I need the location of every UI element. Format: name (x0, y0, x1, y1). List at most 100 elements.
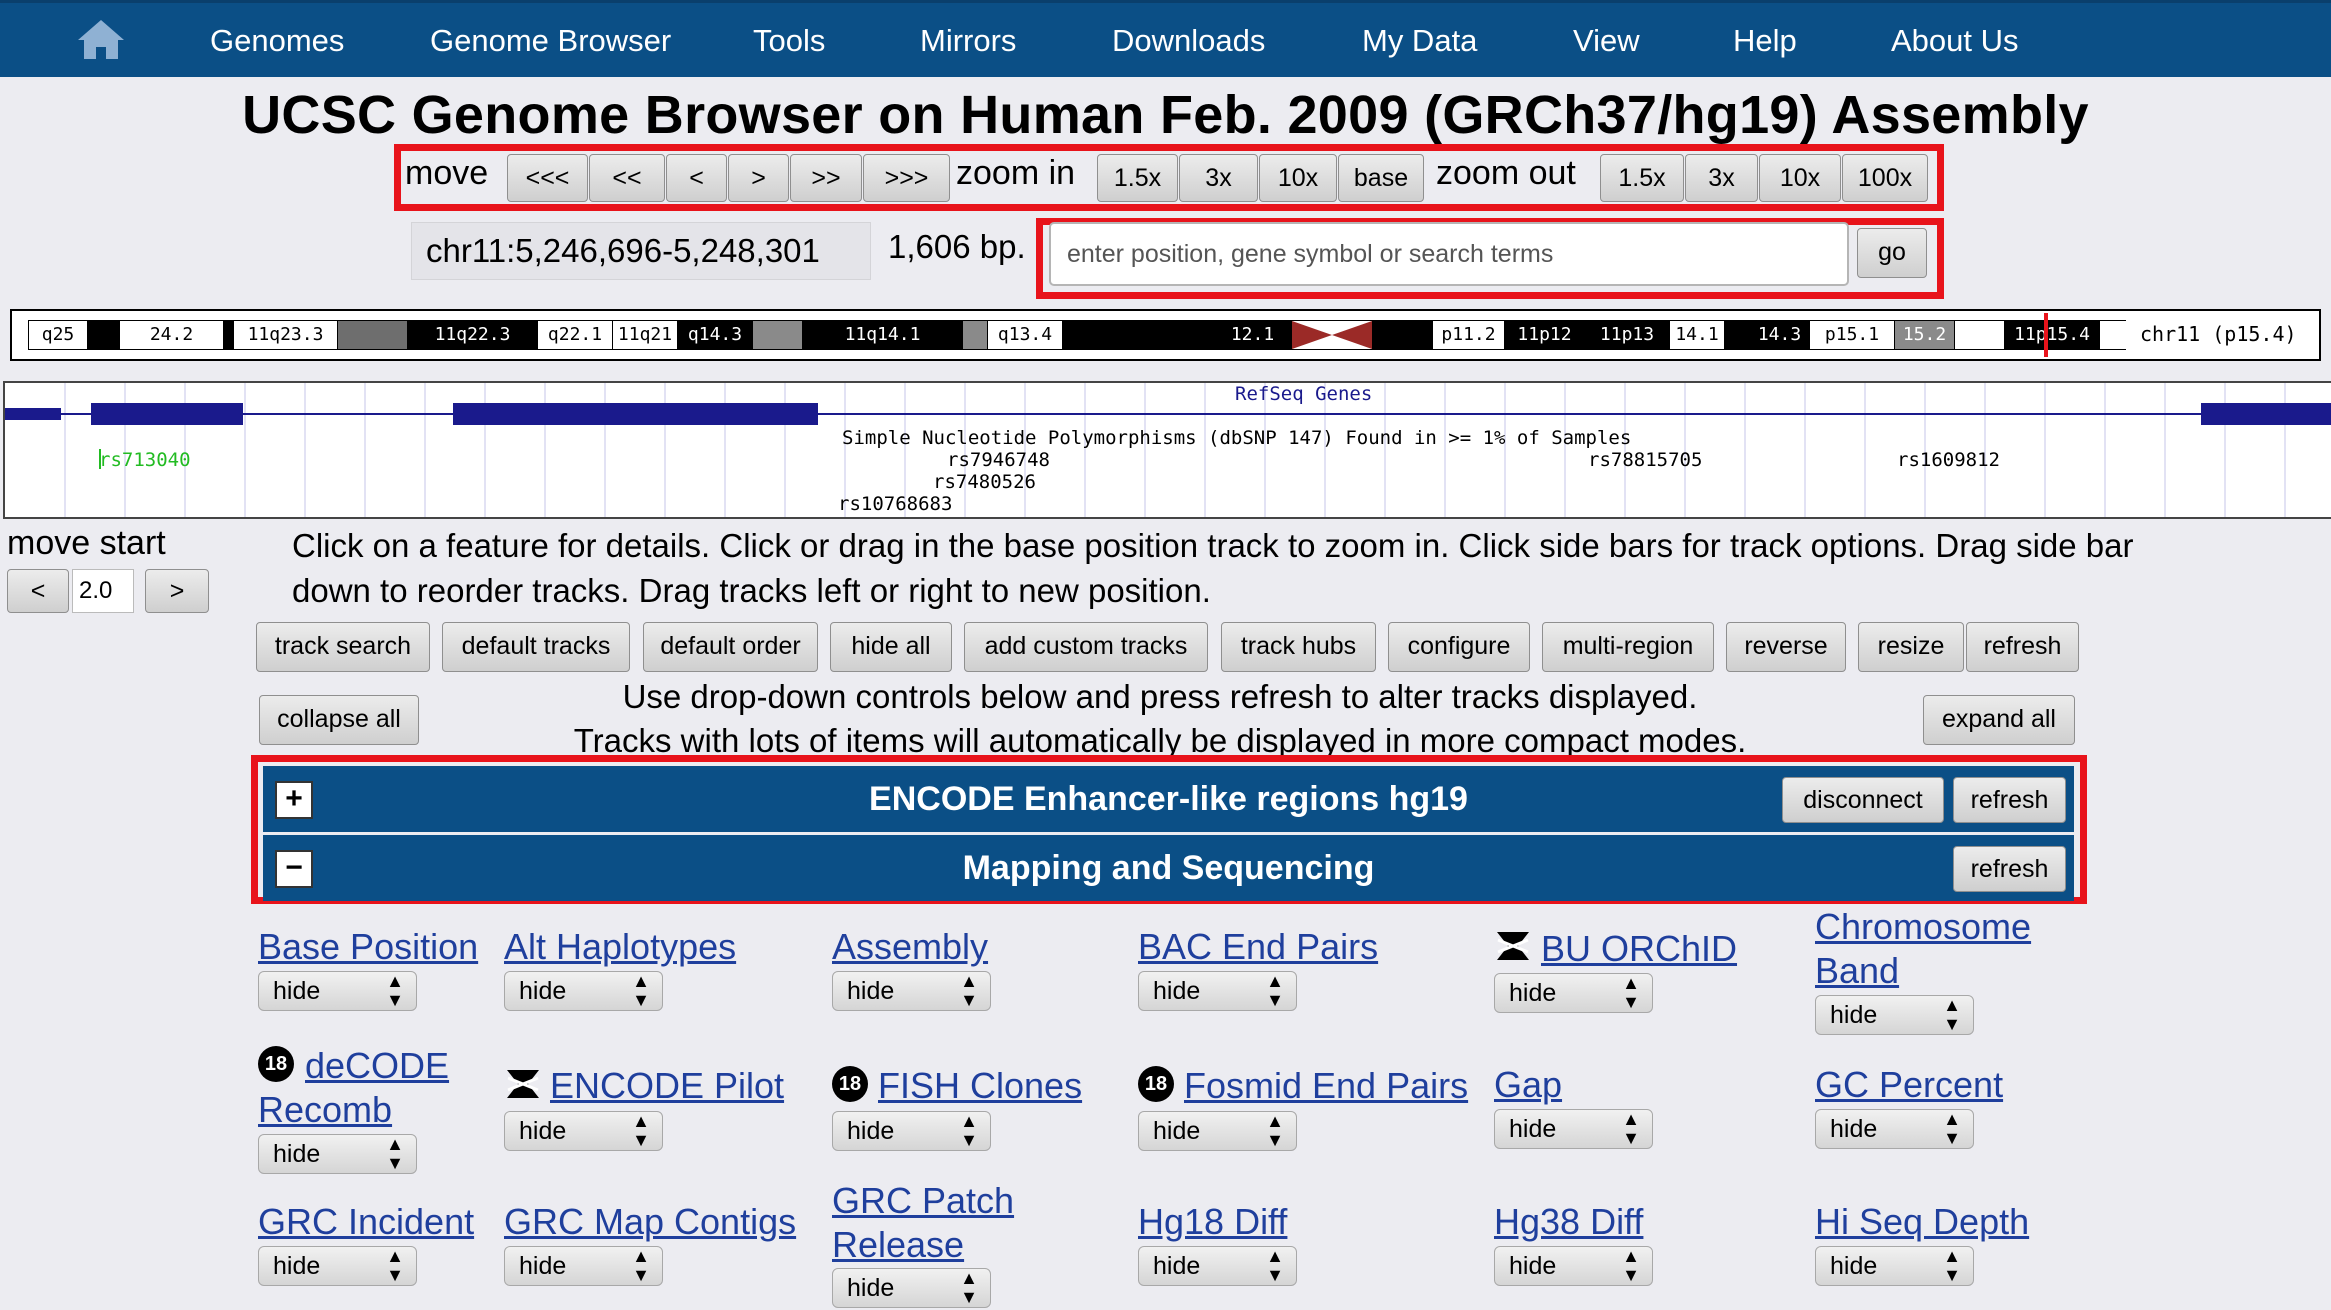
track-link-bu-orchid[interactable]: BU ORChID (1541, 927, 1737, 971)
visibility-select[interactable]: hide ▲ ▼ (258, 1246, 417, 1286)
move-right-medium-button[interactable]: >> (790, 154, 862, 202)
ideogram-band: q14.3 (677, 321, 752, 349)
track-link-alt-haplotypes[interactable]: Alt Haplotypes (504, 925, 736, 969)
zoom-in-1-5x-button[interactable]: 1.5x (1097, 154, 1178, 202)
track-link-grc-patch-release[interactable]: Release (832, 1223, 964, 1267)
zoom-in-10x-button[interactable]: 10x (1259, 154, 1337, 202)
position-search-input[interactable] (1049, 222, 1849, 286)
chromosome-ideogram[interactable]: q25 24.2 11q23.3 11q22.3 q22.1 11q21 q14… (28, 313, 2126, 357)
archived-icon (507, 1070, 539, 1098)
nav-view[interactable]: View (1573, 23, 1640, 59)
track-hubs-button[interactable]: track hubs (1221, 622, 1376, 672)
add-custom-tracks-button[interactable]: add custom tracks (964, 622, 1208, 672)
snp-item[interactable]: rs10768683 (838, 493, 952, 515)
visibility-select[interactable]: hide ▲ ▼ (1138, 1246, 1297, 1286)
track-link-gap[interactable]: Gap (1494, 1063, 1562, 1107)
refseq-exon (2201, 403, 2331, 425)
visibility-select[interactable]: hide ▲ ▼ (1138, 1111, 1297, 1151)
nav-genomes[interactable]: Genomes (210, 23, 344, 59)
track-link-fish-clones[interactable]: FISH Clones (878, 1064, 1082, 1108)
move-left-button[interactable]: < (666, 154, 727, 202)
move-start-left-button[interactable]: < (7, 569, 69, 613)
track-link-assembly[interactable]: Assembly (832, 925, 988, 969)
zoom-in-base-button[interactable]: base (1338, 154, 1424, 202)
nav-my-data[interactable]: My Data (1362, 23, 1477, 59)
multi-region-button[interactable]: multi-region (1542, 622, 1714, 672)
expand-all-button[interactable]: expand all (1923, 695, 2075, 745)
zoom-out-1-5x-button[interactable]: 1.5x (1600, 154, 1684, 202)
nav-downloads[interactable]: Downloads (1112, 23, 1265, 59)
track-link-chromosome-band[interactable]: Band (1815, 949, 1899, 993)
track-link-decode-recomb[interactable]: Recomb (258, 1088, 392, 1132)
visibility-select[interactable]: hide ▲ ▼ (1138, 971, 1297, 1011)
group-refresh-button[interactable]: refresh (1953, 846, 2066, 892)
zoom-in-3x-button[interactable]: 3x (1179, 154, 1258, 202)
snp-item[interactable]: rs7480526 (933, 471, 1036, 493)
track-link-grc-map-contigs[interactable]: GRC Map Contigs (504, 1200, 796, 1244)
track-link-grc-patch-release[interactable]: GRC Patch (832, 1179, 1014, 1223)
nav-tools[interactable]: Tools (753, 23, 825, 59)
resize-button[interactable]: resize (1858, 622, 1964, 672)
visibility-select[interactable]: hide ▲ ▼ (258, 1134, 417, 1174)
default-tracks-button[interactable]: default tracks (442, 622, 630, 672)
zoom-out-100x-button[interactable]: 100x (1842, 154, 1928, 202)
refresh-button[interactable]: refresh (1966, 622, 2079, 672)
track-link-gc-percent[interactable]: GC Percent (1815, 1063, 2003, 1107)
home-icon[interactable] (76, 17, 126, 61)
reverse-button[interactable]: reverse (1726, 622, 1846, 672)
track-link-hg38-diff[interactable]: Hg38 Diff (1494, 1200, 1643, 1244)
default-order-button[interactable]: default order (643, 622, 818, 672)
group-refresh-button[interactable]: refresh (1953, 777, 2066, 823)
ideogram-centromere (1292, 321, 1372, 349)
track-link-base-position[interactable]: Base Position (258, 925, 478, 969)
nav-genome-browser[interactable]: Genome Browser (430, 23, 671, 59)
snp-item[interactable]: rs713040 (99, 449, 191, 471)
track-link-chromosome-band[interactable]: Chromosome (1815, 905, 2031, 949)
visibility-select[interactable]: hide ▲ ▼ (258, 971, 417, 1011)
snp-item[interactable]: rs7946748 (947, 449, 1050, 471)
go-button[interactable]: go (1857, 228, 1927, 278)
visibility-select[interactable]: hide ▲ ▼ (1815, 995, 1974, 1035)
track-link-hg18-diff[interactable]: Hg18 Diff (1138, 1200, 1287, 1244)
visibility-select[interactable]: hide ▲ ▼ (504, 1246, 663, 1286)
visibility-select[interactable]: hide ▲ ▼ (832, 971, 991, 1011)
ideogram-band: 12.1 (1212, 321, 1292, 349)
visibility-select[interactable]: hide ▲ ▼ (832, 1111, 991, 1151)
move-start-right-button[interactable]: > (145, 569, 209, 613)
track-link-encode-pilot[interactable]: ENCODE Pilot (550, 1064, 784, 1108)
visibility-select[interactable]: hide ▲ ▼ (1494, 1246, 1653, 1286)
move-start-input[interactable] (72, 569, 134, 613)
nav-mirrors[interactable]: Mirrors (920, 23, 1016, 59)
disconnect-button[interactable]: disconnect (1782, 777, 1944, 823)
visibility-select[interactable]: hide ▲ ▼ (1494, 973, 1653, 1013)
track-link-hi-seq-depth[interactable]: Hi Seq Depth (1815, 1200, 2029, 1244)
select-arrows-icon: ▲ ▼ (632, 1111, 650, 1150)
move-left-medium-button[interactable]: << (589, 154, 665, 202)
visibility-select[interactable]: hide ▲ ▼ (1815, 1246, 1974, 1286)
hg18-badge-icon: 18 (832, 1066, 868, 1102)
visibility-select[interactable]: hide ▲ ▼ (1494, 1109, 1653, 1149)
track-search-button[interactable]: track search (256, 622, 430, 672)
visibility-select[interactable]: hide ▲ ▼ (504, 971, 663, 1011)
snp-item[interactable]: rs78815705 (1588, 449, 1702, 471)
track-link-fosmid-end-pairs[interactable]: Fosmid End Pairs (1184, 1064, 1468, 1108)
track-link-grc-incident[interactable]: GRC Incident (258, 1200, 474, 1244)
track-link-bac-end-pairs[interactable]: BAC End Pairs (1138, 925, 1378, 969)
move-right-button[interactable]: > (728, 154, 789, 202)
nav-about-us[interactable]: About Us (1891, 23, 2019, 59)
ideogram-band (1062, 321, 1212, 349)
track-link-decode-recomb[interactable]: deCODE (305, 1044, 449, 1088)
move-left-far-button[interactable]: <<< (507, 154, 588, 202)
visibility-select[interactable]: hide ▲ ▼ (504, 1111, 663, 1151)
snp-item[interactable]: rs1609812 (1897, 449, 2000, 471)
zoom-out-3x-button[interactable]: 3x (1685, 154, 1758, 202)
nav-help[interactable]: Help (1733, 23, 1797, 59)
hide-all-button[interactable]: hide all (830, 622, 952, 672)
track-image[interactable]: RefSeq Genes Simple Nucleotide Polymorph… (3, 381, 2331, 519)
visibility-select[interactable]: hide ▲ ▼ (832, 1268, 991, 1308)
move-right-far-button[interactable]: >>> (863, 154, 950, 202)
zoom-out-10x-button[interactable]: 10x (1759, 154, 1841, 202)
visibility-select[interactable]: hide ▲ ▼ (1815, 1109, 1974, 1149)
configure-button[interactable]: configure (1388, 622, 1530, 672)
collapse-all-button[interactable]: collapse all (259, 695, 419, 745)
